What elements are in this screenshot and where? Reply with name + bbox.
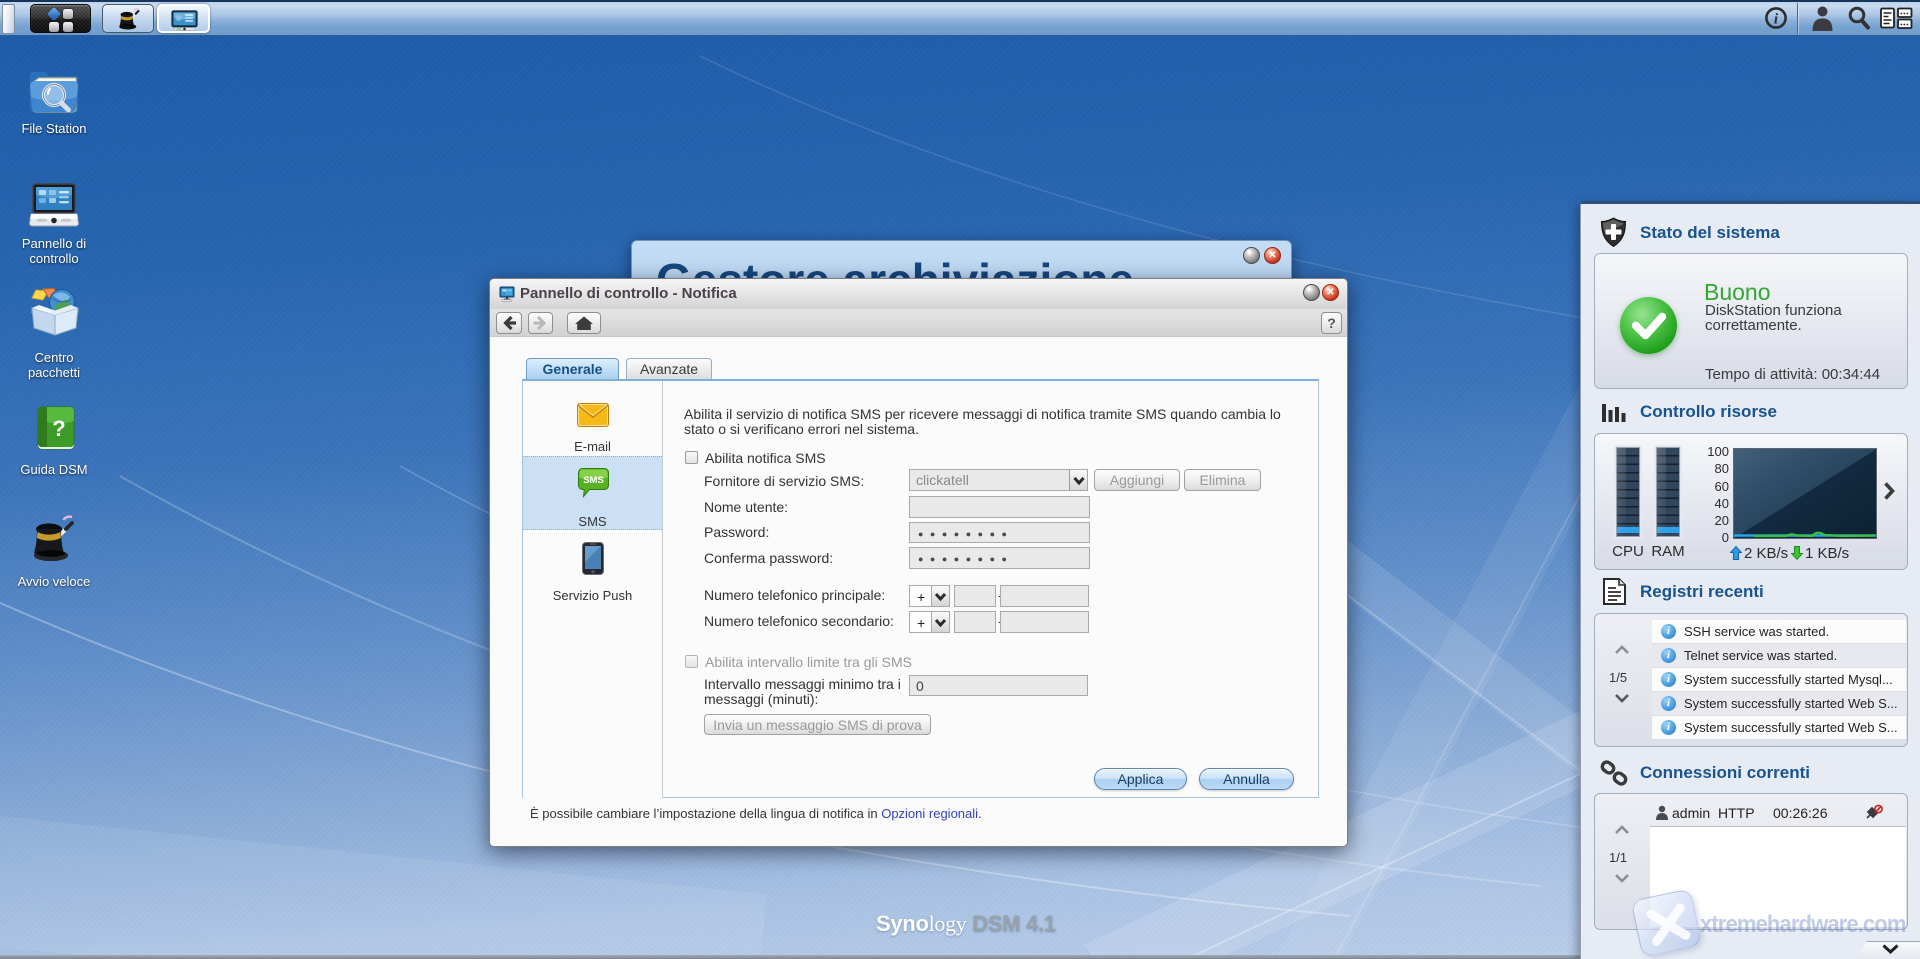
svg-text:?: ?	[52, 416, 65, 441]
svg-text:i: i	[1774, 12, 1779, 28]
svg-text:SMS: SMS	[583, 475, 604, 486]
